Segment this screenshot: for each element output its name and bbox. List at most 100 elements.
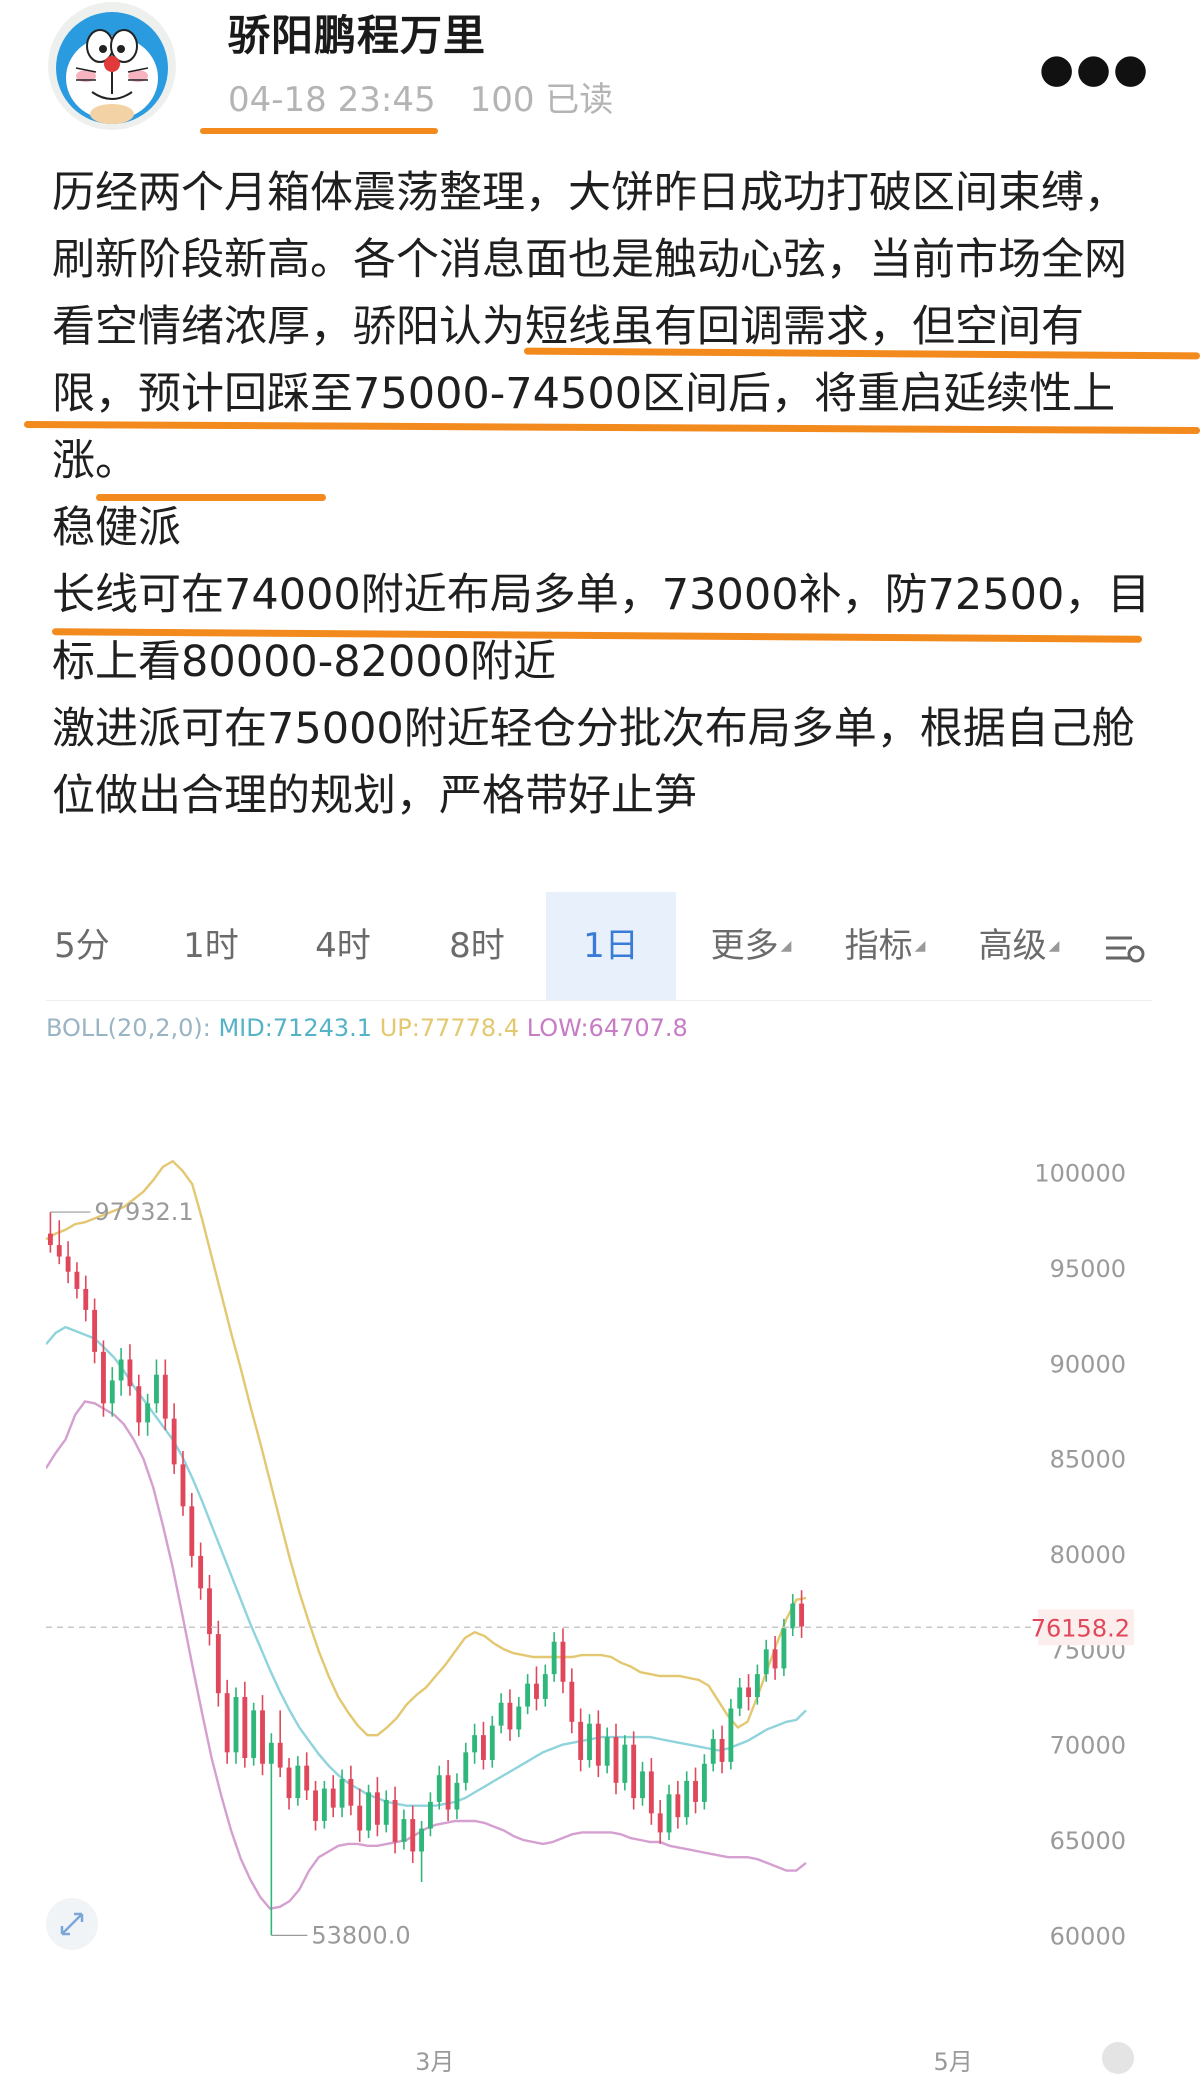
candle-body (525, 1683, 531, 1707)
candle-body (392, 1800, 398, 1842)
y-tick-label: 65000 (1050, 1827, 1126, 1855)
y-tick-label: 60000 (1050, 1922, 1126, 1950)
candle-body (277, 1742, 283, 1768)
paragraph-analysis: 历经两个月箱体震荡整理，大饼昨日成功打破区间束缚，刷新阶段新高。各个消息面也是触… (52, 168, 1127, 486)
candle-body (419, 1828, 425, 1852)
candle-body (799, 1603, 805, 1627)
candle-body (622, 1744, 628, 1783)
candle-body (304, 1765, 310, 1791)
candle-body (772, 1649, 778, 1669)
candle-body (719, 1738, 725, 1762)
candle-body (648, 1771, 654, 1814)
candle-body (109, 1380, 115, 1404)
candle-body (427, 1801, 433, 1829)
candle-body (560, 1641, 566, 1682)
candle-body (701, 1763, 707, 1802)
candle-body (436, 1775, 442, 1802)
author-name[interactable]: 骄阳鹏程万里 (228, 2, 486, 63)
candle-body (118, 1359, 124, 1381)
candle-body (268, 1742, 274, 1764)
doraemon-avatar-icon (56, 12, 168, 124)
candle-body (383, 1800, 389, 1825)
candle-body (189, 1506, 195, 1556)
chart-card: 5分 1时 4时 8时 1日 更多 ◢ 指标 ◢ 高级 ◢ BOLL(20,2,0):… (46, 884, 1152, 2078)
candle-body (445, 1775, 451, 1810)
candle-body (83, 1288, 89, 1310)
y-tick-label: 90000 (1050, 1350, 1126, 1378)
candle-body (516, 1706, 522, 1730)
candle-body (198, 1555, 204, 1589)
low-annotation-label: 53800.0 (311, 1921, 410, 1949)
candle-body (74, 1271, 80, 1289)
candle-body (224, 1693, 230, 1753)
y-tick-label: 80000 (1050, 1541, 1126, 1569)
candle-body (339, 1779, 345, 1808)
candle-body (180, 1464, 186, 1507)
candle-body (295, 1765, 301, 1799)
candle-body (145, 1403, 151, 1423)
candle-body (763, 1649, 769, 1675)
candle-body (604, 1737, 610, 1766)
high-annotation-label: 97932.1 (94, 1198, 193, 1226)
candlestick-chart[interactable]: 1000009500090000850008000075000700006500… (46, 884, 1152, 2078)
candle-body (489, 1725, 495, 1760)
candle-body (65, 1256, 71, 1272)
more-dots-icon[interactable]: ●●● (1039, 46, 1150, 92)
y-tick-label: 70000 (1050, 1732, 1126, 1760)
candle-body (171, 1418, 177, 1465)
candle-body (684, 1780, 690, 1818)
candle-body (534, 1683, 539, 1699)
candle-body (260, 1710, 265, 1764)
candle-body (728, 1708, 734, 1762)
candle-body (92, 1309, 98, 1352)
paragraph-steady-heading: 稳健派 (52, 503, 181, 553)
candle-body (551, 1641, 557, 1675)
candle-body (781, 1628, 787, 1669)
candle-body (463, 1752, 469, 1783)
current-price-label: 76158.2 (1031, 1614, 1130, 1642)
candle-body (472, 1735, 478, 1753)
candle-body (595, 1723, 601, 1766)
candle-body (321, 1788, 327, 1821)
candle-body (136, 1386, 142, 1423)
candle-body (790, 1603, 796, 1629)
post-header: 骄阳鹏程万里 04-18 23:45 100 已读 ●●● (0, 0, 1200, 150)
candle-body (498, 1702, 504, 1726)
candle-body (454, 1782, 460, 1810)
candle-body (481, 1735, 486, 1760)
candle-body (666, 1794, 672, 1833)
candle-body (233, 1697, 239, 1753)
x-tick-label: 5月 (934, 2048, 973, 2076)
boll-up-line (46, 1159, 807, 1737)
post-time: 04-18 23:45 (228, 80, 436, 120)
candle-body (410, 1819, 416, 1852)
candle-body (56, 1245, 62, 1257)
candle-body (401, 1819, 407, 1842)
candle-body (507, 1702, 513, 1730)
y-tick-label: 85000 (1050, 1446, 1126, 1474)
candle-body (746, 1687, 751, 1698)
candle-body (101, 1351, 106, 1404)
logo-icon (1102, 2042, 1134, 2074)
candle-body (587, 1723, 592, 1760)
candle-body (154, 1374, 159, 1404)
time-underline-mark (200, 128, 438, 134)
candle-body (374, 1792, 380, 1825)
candle-body (215, 1634, 221, 1694)
boll-low-line (46, 1400, 807, 1911)
highlight-stroke (96, 494, 326, 501)
candle-body (357, 1805, 363, 1831)
y-tick-label: 100000 (1034, 1160, 1126, 1188)
candle-body (242, 1697, 248, 1759)
x-tick-label: 3月 (415, 2048, 454, 2076)
candle-body (542, 1674, 548, 1699)
post-meta: 04-18 23:45 100 已读 (228, 72, 613, 121)
candle-body (693, 1780, 698, 1802)
candle-body (569, 1681, 575, 1722)
candle-body (162, 1374, 168, 1419)
candle-body (330, 1788, 336, 1808)
avatar[interactable] (48, 2, 176, 130)
candle-body (286, 1767, 292, 1799)
candle-body (737, 1687, 743, 1709)
candle-body (657, 1813, 663, 1833)
